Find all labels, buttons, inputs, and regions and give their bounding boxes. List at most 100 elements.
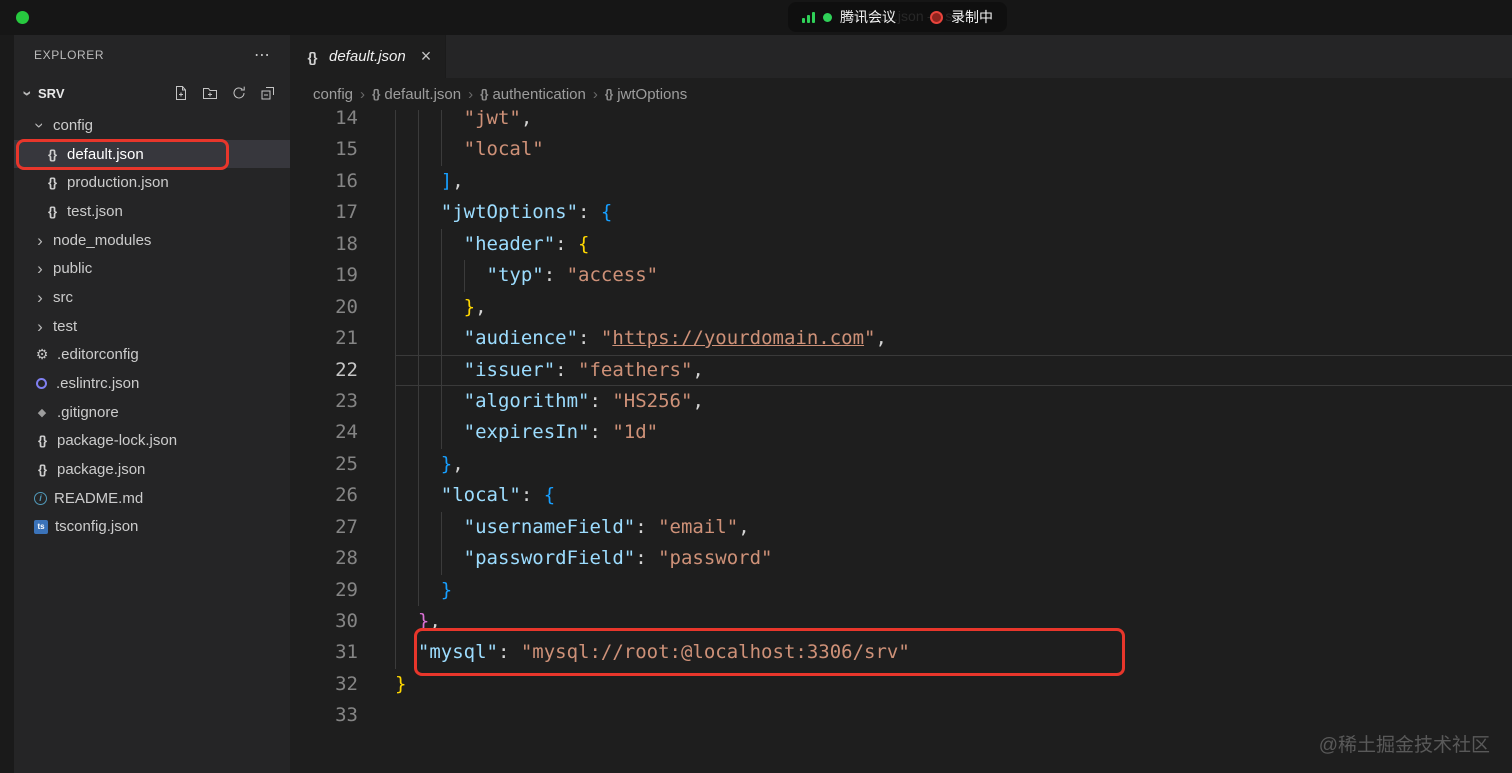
tree-item-test[interactable]: › test xyxy=(14,312,290,341)
code-token: ] xyxy=(440,169,453,192)
more-actions-icon[interactable]: ⋯ xyxy=(254,45,272,65)
indent-guide xyxy=(417,385,419,418)
tree-item-editorconfig[interactable]: ⚙ .editorconfig xyxy=(14,341,290,370)
code-line-17[interactable]: 17 "jwtOptions": { xyxy=(290,197,1512,229)
code-line-26[interactable]: 26 "local": { xyxy=(290,480,1512,512)
indent-guide xyxy=(395,165,396,198)
indent-guide xyxy=(440,417,442,449)
code-token: " xyxy=(864,327,876,350)
code-line-19[interactable]: 19 "typ": "access" xyxy=(290,260,1512,292)
indent-guide xyxy=(440,260,442,292)
code-line-16[interactable]: 16], xyxy=(290,165,1512,198)
code-token: "expiresIn" xyxy=(463,421,590,444)
tree-item-production-json[interactable]: {} production.json xyxy=(14,168,290,197)
code-line-30[interactable]: 30}, xyxy=(290,606,1512,638)
new-folder-button[interactable] xyxy=(202,85,218,101)
code-line-21[interactable]: 21 "audience": "https://yourdomain.com", xyxy=(290,323,1512,355)
window-control-green[interactable] xyxy=(16,11,29,24)
code-token: , xyxy=(452,169,464,192)
tab-default-json[interactable]: {} default.json × xyxy=(290,35,447,78)
code-token: } xyxy=(440,452,453,475)
code-editor[interactable]: 14 "jwt", 15 "local" 16], 17 "jwtOptions": {18… xyxy=(290,110,1512,773)
code-line-24[interactable]: 24 "expiresIn": "1d" xyxy=(290,417,1512,449)
code-token: "audience" xyxy=(463,327,579,350)
code-token: , xyxy=(875,327,887,350)
watermark: @稀土掘金技术社区 xyxy=(1318,735,1490,756)
code-line-32[interactable]: 32} xyxy=(290,669,1512,700)
code-token: , xyxy=(738,515,750,538)
code-token: "jwt" xyxy=(463,110,521,129)
tree-item-label: config xyxy=(53,116,94,134)
code-line-18[interactable]: 18 "header": { xyxy=(290,228,1512,261)
tree-item-node-modules[interactable]: › node_modules xyxy=(14,226,290,255)
collapse-all-button[interactable] xyxy=(260,85,276,101)
tree-item-readme-md[interactable]: i README.md xyxy=(14,484,290,513)
indent-guide xyxy=(395,543,396,575)
code-token: "typ" xyxy=(486,264,544,287)
tree-item-label: package.json xyxy=(57,461,146,479)
explorer-header: EXPLORER ⋯ xyxy=(14,35,290,75)
tree-item-label: public xyxy=(53,260,93,278)
code-token: : xyxy=(589,421,613,444)
indent-guide xyxy=(440,354,442,386)
code-line-29[interactable]: 29} xyxy=(290,574,1512,606)
vscode-window: default.json — srv 腾讯会议 录制中 EXPLORER ⋯ ›… xyxy=(0,0,1512,773)
explorer-actions xyxy=(173,85,276,101)
code-line-33[interactable]: 33 xyxy=(290,700,1512,731)
breadcrumb-item-jwtoptions[interactable]: {} jwtOptions xyxy=(605,86,687,103)
titlebar: default.json — srv 腾讯会议 录制中 xyxy=(0,0,1512,35)
code-token: "1d" xyxy=(612,421,659,444)
breadcrumb: config › {} default.json › {} authentication › {… xyxy=(290,78,1512,110)
tree-item-package-json[interactable]: {} package.json xyxy=(14,455,290,484)
explorer-section-srv[interactable]: › SRV xyxy=(14,75,290,111)
code-line-20[interactable]: 20}, xyxy=(290,291,1512,324)
indent-guide xyxy=(440,543,442,575)
breadcrumb-item-default-json[interactable]: {} default.json xyxy=(372,86,461,103)
tree-item-gitignore[interactable]: ◆ .gitignore xyxy=(14,398,290,427)
indent-guide xyxy=(440,228,442,261)
refresh-button[interactable] xyxy=(231,85,247,101)
code-token: , xyxy=(520,110,533,129)
code-line-15[interactable]: 15 "local" xyxy=(290,134,1512,166)
line-number: 24 xyxy=(335,421,358,444)
tree-item-src[interactable]: › src xyxy=(14,283,290,312)
breadcrumb-item-config[interactable]: config xyxy=(313,86,353,103)
tree-item-test-json[interactable]: {} test.json xyxy=(14,197,290,226)
line-number: 26 xyxy=(335,484,358,507)
tab-label: default.json xyxy=(329,48,406,65)
code-token: : xyxy=(578,201,601,224)
code-line-25[interactable]: 25}, xyxy=(290,448,1512,481)
tree-item-public[interactable]: › public xyxy=(14,254,290,283)
json-icon: {} xyxy=(604,87,613,101)
code-line-27[interactable]: 27 "usernameField": "email", xyxy=(290,511,1512,544)
code-token: } xyxy=(440,578,453,601)
indent-guide xyxy=(395,511,396,544)
code-line-31[interactable]: 31 "mysql": "mysql://root:@localhost:3306… xyxy=(290,637,1512,669)
tree-item-eslintrc-json[interactable]: .eslintrc.json xyxy=(14,369,290,398)
tree-item-package-lock-json[interactable]: {} package-lock.json xyxy=(14,427,290,456)
line-number: 25 xyxy=(335,452,358,475)
indent-guide xyxy=(395,480,396,512)
line-number: 28 xyxy=(335,547,358,570)
chevron-right-icon: › xyxy=(37,316,43,336)
line-number: 23 xyxy=(335,389,358,412)
tree-item-default-json[interactable]: {} default.json xyxy=(14,139,290,169)
code-line-28[interactable]: 28 "passwordField": "password" xyxy=(290,543,1512,575)
indent-guide xyxy=(395,228,396,261)
tab-close-icon[interactable]: × xyxy=(421,46,432,67)
indent-guide xyxy=(417,323,419,355)
tree-item-config[interactable]: › config xyxy=(14,111,290,140)
tree-item-tsconfig-json[interactable]: ts tsconfig.json xyxy=(14,513,290,542)
code-line-14[interactable]: 14 "jwt", xyxy=(290,110,1512,135)
code-token: { xyxy=(578,232,590,255)
explorer-title: EXPLORER xyxy=(34,48,105,62)
indent-guide xyxy=(440,323,442,355)
line-number: 27 xyxy=(335,515,358,538)
indent-guide xyxy=(395,197,396,229)
code-line-22[interactable]: 22 "issuer": "feathers", xyxy=(290,354,1512,386)
breadcrumb-item-authentication[interactable]: {} authentication xyxy=(480,86,586,103)
new-file-button[interactable] xyxy=(173,85,189,101)
line-number: 15 xyxy=(335,138,358,161)
ts-icon: ts xyxy=(34,519,48,534)
code-line-23[interactable]: 23 "algorithm": "HS256", xyxy=(290,385,1512,418)
